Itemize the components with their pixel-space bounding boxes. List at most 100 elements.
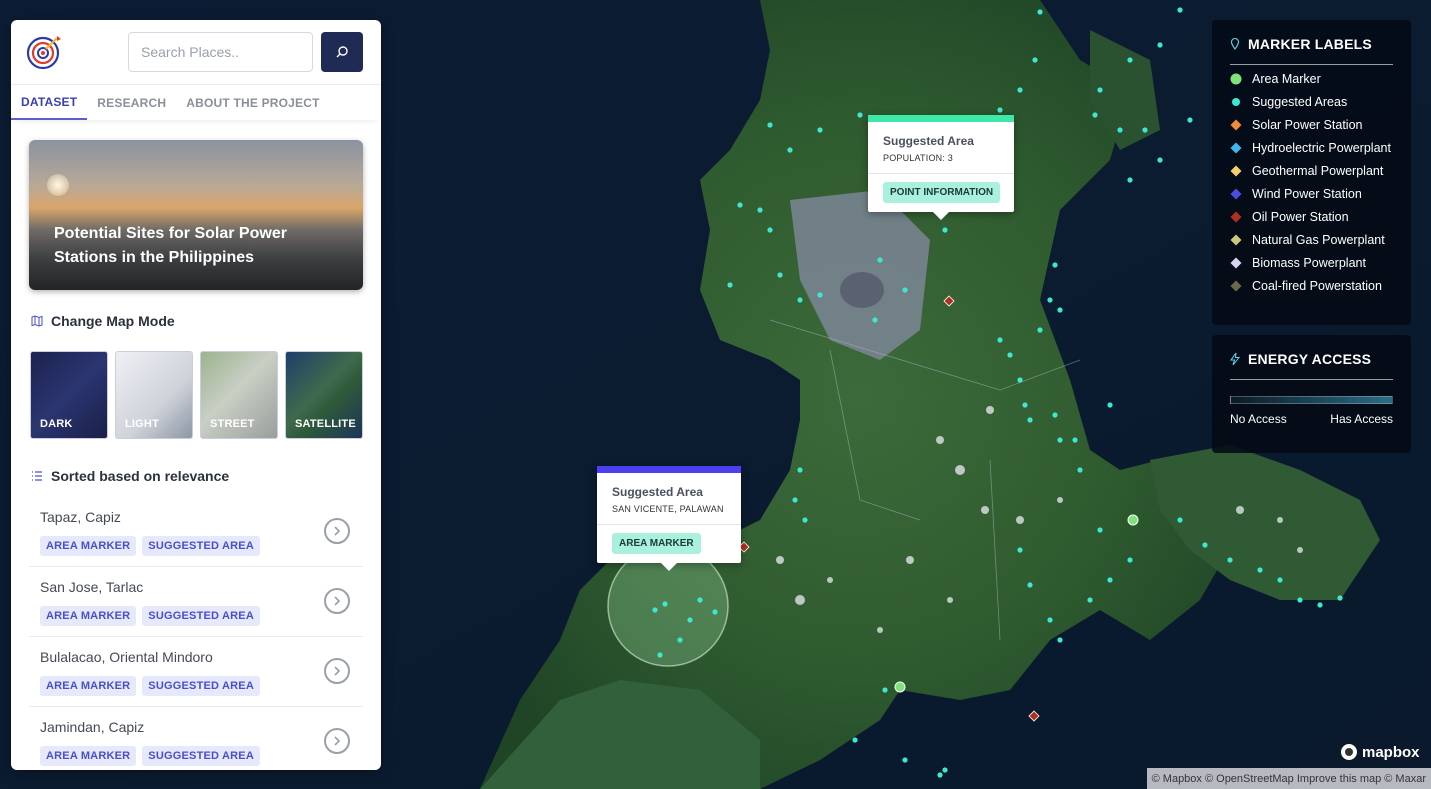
suggested-area-marker[interactable]: [657, 652, 663, 658]
suggested-area-marker[interactable]: [817, 292, 823, 298]
suggested-area-marker[interactable]: [1142, 127, 1148, 133]
search-button[interactable]: [321, 32, 363, 72]
suggested-area-marker[interactable]: [1017, 377, 1023, 383]
tab-dataset[interactable]: DATASET: [11, 85, 88, 120]
oil-power-station-marker[interactable]: [943, 295, 955, 307]
suggested-area-marker[interactable]: [1017, 87, 1023, 93]
suggested-area-marker[interactable]: [872, 317, 878, 323]
suggested-area-marker[interactable]: [1037, 327, 1043, 333]
suggested-area-marker[interactable]: [852, 737, 858, 743]
suggested-area-marker[interactable]: [1057, 437, 1063, 443]
suggested-area-marker[interactable]: [727, 282, 733, 288]
suggested-area-marker[interactable]: [1257, 567, 1263, 573]
suggested-area-marker[interactable]: [997, 107, 1003, 113]
suggested-area-marker[interactable]: [1032, 57, 1038, 63]
suggested-area-marker[interactable]: [1127, 57, 1133, 63]
suggested-area-marker[interactable]: [1317, 602, 1323, 608]
suggested-area-marker[interactable]: [677, 637, 683, 643]
list-item[interactable]: Bulalacao, Oriental Mindoro AREA MARKER …: [29, 637, 363, 707]
suggested-area-marker[interactable]: [1177, 7, 1183, 13]
suggested-area-marker[interactable]: [767, 122, 773, 128]
suggested-area-marker[interactable]: [937, 772, 943, 778]
mapbox-logo[interactable]: mapbox: [1340, 743, 1420, 761]
suggested-area-marker[interactable]: [1007, 352, 1013, 358]
suggested-area-marker[interactable]: [1097, 87, 1103, 93]
hero-card[interactable]: Potential Sites for Solar Power Stations…: [29, 140, 363, 290]
suggested-area-marker[interactable]: [1052, 262, 1058, 268]
suggested-area-marker[interactable]: [1092, 112, 1098, 118]
point-information-button[interactable]: POINT INFORMATION: [883, 182, 1001, 203]
popup-suggested-point[interactable]: Suggested Area POPULATION: 3 POINT INFOR…: [868, 115, 1014, 220]
area-marker[interactable]: [894, 681, 906, 693]
suggested-area-marker[interactable]: [1017, 547, 1023, 553]
chevron-right-icon[interactable]: [324, 658, 350, 684]
suggested-area-marker[interactable]: [1097, 527, 1103, 533]
suggested-area-marker[interactable]: [1077, 467, 1083, 473]
suggested-area-marker[interactable]: [652, 607, 658, 613]
suggested-area-marker[interactable]: [1117, 127, 1123, 133]
suggested-area-marker[interactable]: [1107, 577, 1113, 583]
app-logo[interactable]: [25, 33, 63, 71]
suggested-area-marker[interactable]: [1107, 402, 1113, 408]
tab-research[interactable]: RESEARCH: [87, 85, 176, 120]
suggested-area-marker[interactable]: [1057, 637, 1063, 643]
tab-about-the-project[interactable]: ABOUT THE PROJECT: [176, 85, 329, 120]
suggested-area-marker[interactable]: [787, 147, 793, 153]
suggested-area-marker[interactable]: [857, 112, 863, 118]
suggested-area-marker[interactable]: [767, 227, 773, 233]
suggested-area-marker[interactable]: [1297, 597, 1303, 603]
suggested-area-marker[interactable]: [877, 257, 883, 263]
popup-suggested-area[interactable]: Suggested Area SAN VICENTE, PALAWAN AREA…: [597, 466, 741, 571]
suggested-area-marker[interactable]: [997, 337, 1003, 343]
suggested-area-marker[interactable]: [1057, 307, 1063, 313]
suggested-area-marker[interactable]: [712, 609, 718, 615]
suggested-area-marker[interactable]: [797, 467, 803, 473]
oil-power-station-marker[interactable]: [1028, 710, 1040, 722]
suggested-area-marker[interactable]: [1127, 177, 1133, 183]
suggested-area-marker[interactable]: [1047, 297, 1053, 303]
suggested-area-marker[interactable]: [1277, 577, 1283, 583]
list-item[interactable]: Jamindan, Capiz AREA MARKER SUGGESTED AR…: [29, 707, 363, 770]
map-mode-satellite[interactable]: SATELLITE: [285, 351, 363, 439]
suggested-area-marker[interactable]: [737, 202, 743, 208]
list-item[interactable]: Tapaz, Capiz AREA MARKER SUGGESTED AREA: [29, 497, 363, 567]
suggested-area-marker[interactable]: [797, 297, 803, 303]
suggested-area-marker[interactable]: [942, 767, 948, 773]
area-marker-button[interactable]: AREA MARKER: [612, 533, 701, 554]
suggested-area-marker[interactable]: [687, 617, 693, 623]
chevron-right-icon[interactable]: [324, 728, 350, 754]
map-attribution[interactable]: © Mapbox © OpenStreetMap Improve this ma…: [1146, 768, 1431, 789]
list-item[interactable]: San Jose, Tarlac AREA MARKER SUGGESTED A…: [29, 567, 363, 637]
area-marker[interactable]: [1127, 514, 1139, 526]
suggested-area-marker[interactable]: [792, 497, 798, 503]
suggested-area-marker[interactable]: [1127, 557, 1133, 563]
suggested-area-marker[interactable]: [1027, 582, 1033, 588]
chevron-right-icon[interactable]: [324, 518, 350, 544]
suggested-area-marker[interactable]: [1052, 412, 1058, 418]
chevron-right-icon[interactable]: [324, 588, 350, 614]
map-mode-street[interactable]: STREET: [200, 351, 278, 439]
suggested-area-marker[interactable]: [777, 272, 783, 278]
suggested-area-marker[interactable]: [902, 287, 908, 293]
suggested-area-marker[interactable]: [1157, 157, 1163, 163]
suggested-area-marker[interactable]: [1027, 417, 1033, 423]
suggested-area-marker[interactable]: [902, 757, 908, 763]
suggested-area-marker[interactable]: [1072, 437, 1078, 443]
suggested-area-marker[interactable]: [662, 601, 668, 607]
suggested-area-marker[interactable]: [1177, 517, 1183, 523]
suggested-area-marker[interactable]: [802, 517, 808, 523]
suggested-area-marker[interactable]: [882, 687, 888, 693]
suggested-area-marker[interactable]: [1227, 557, 1233, 563]
suggested-area-marker[interactable]: [1087, 597, 1093, 603]
map-mode-light[interactable]: LIGHT: [115, 351, 193, 439]
suggested-area-marker[interactable]: [757, 207, 763, 213]
suggested-area-marker[interactable]: [1022, 402, 1028, 408]
search-input[interactable]: [128, 32, 313, 72]
suggested-area-marker[interactable]: [942, 227, 948, 233]
suggested-area-marker[interactable]: [1047, 617, 1053, 623]
map-mode-dark[interactable]: DARK: [30, 351, 108, 439]
suggested-area-marker[interactable]: [1187, 117, 1193, 123]
suggested-area-marker[interactable]: [817, 127, 823, 133]
suggested-area-marker[interactable]: [1337, 595, 1343, 601]
suggested-area-marker[interactable]: [1202, 542, 1208, 548]
